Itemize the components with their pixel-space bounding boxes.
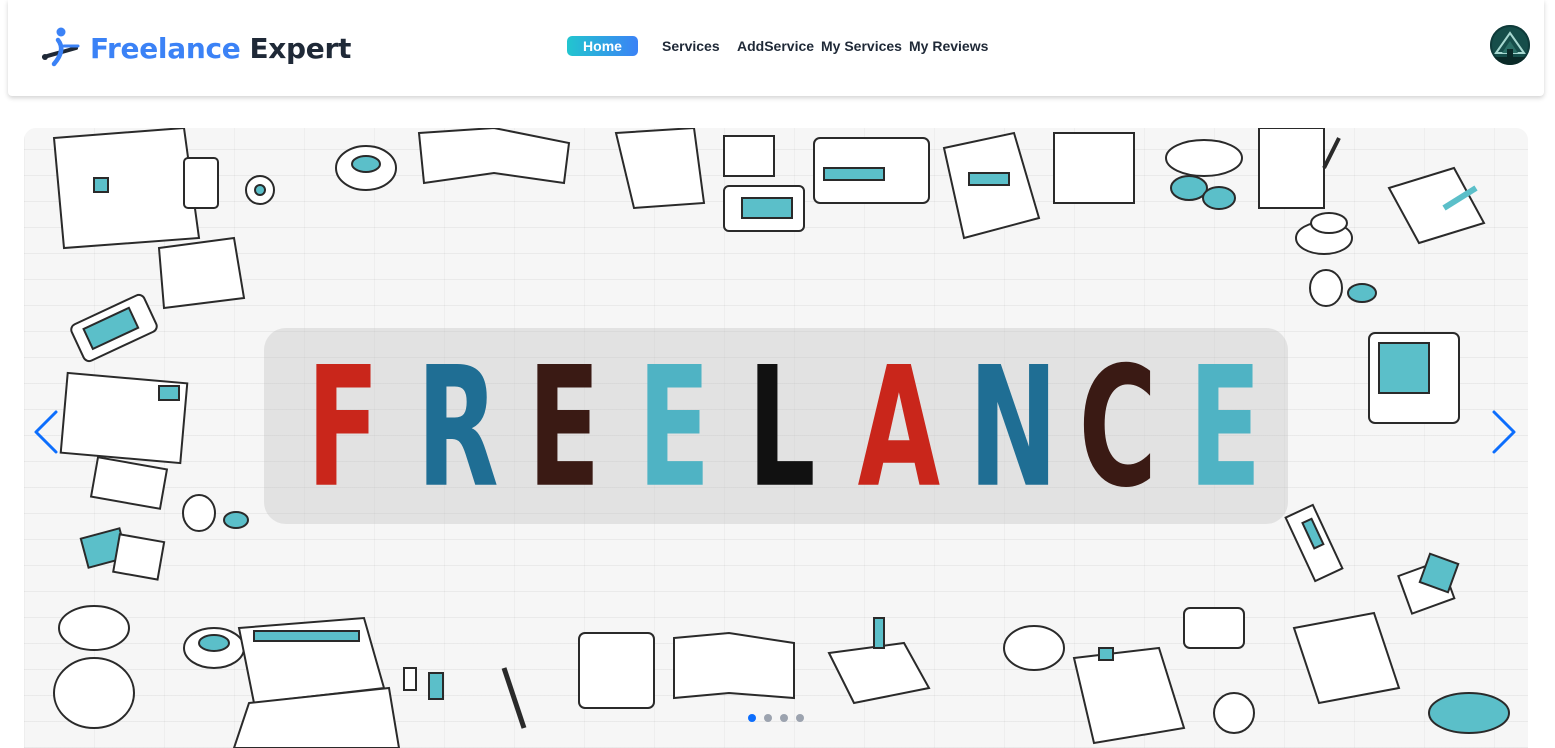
headline-letter: L [747, 331, 816, 525]
chevron-right-icon [1492, 410, 1516, 454]
nav-home[interactable]: Home [567, 36, 638, 56]
hero-carousel: F R E E L A N C E [24, 128, 1528, 748]
user-avatar[interactable] [1490, 25, 1530, 65]
nav-my-services[interactable]: My Services [821, 36, 902, 56]
nav-services[interactable]: Services [662, 36, 720, 56]
carousel-next-button[interactable] [1488, 408, 1520, 456]
main-nav: Home Services AddService My Services My … [8, 36, 1544, 56]
navbar: Freelance Expert Home Services AddService… [8, 0, 1544, 96]
carousel-prev-button[interactable] [30, 408, 62, 456]
carousel-dot[interactable] [764, 714, 772, 722]
headline-letter: C [1078, 331, 1157, 525]
headline-letter: R [416, 331, 500, 525]
headline-letter: E [527, 331, 600, 525]
headline-letter: E [637, 331, 711, 525]
nav-my-reviews[interactable]: My Reviews [909, 36, 988, 56]
slide-headline: F R E E L A N C E [286, 345, 1266, 511]
chevron-left-icon [34, 410, 58, 454]
headline-letter: A [857, 331, 941, 525]
carousel-dot[interactable] [780, 714, 788, 722]
headline-letter: N [968, 331, 1058, 525]
nav-add-service[interactable]: AddService [737, 36, 814, 56]
carousel-pagination [748, 714, 804, 722]
headline-letter: E [1188, 331, 1262, 525]
carousel-dot[interactable] [796, 714, 804, 722]
user-avatar-icon [1490, 25, 1530, 65]
carousel-dot[interactable] [748, 714, 756, 722]
headline-letter: F [306, 331, 380, 525]
